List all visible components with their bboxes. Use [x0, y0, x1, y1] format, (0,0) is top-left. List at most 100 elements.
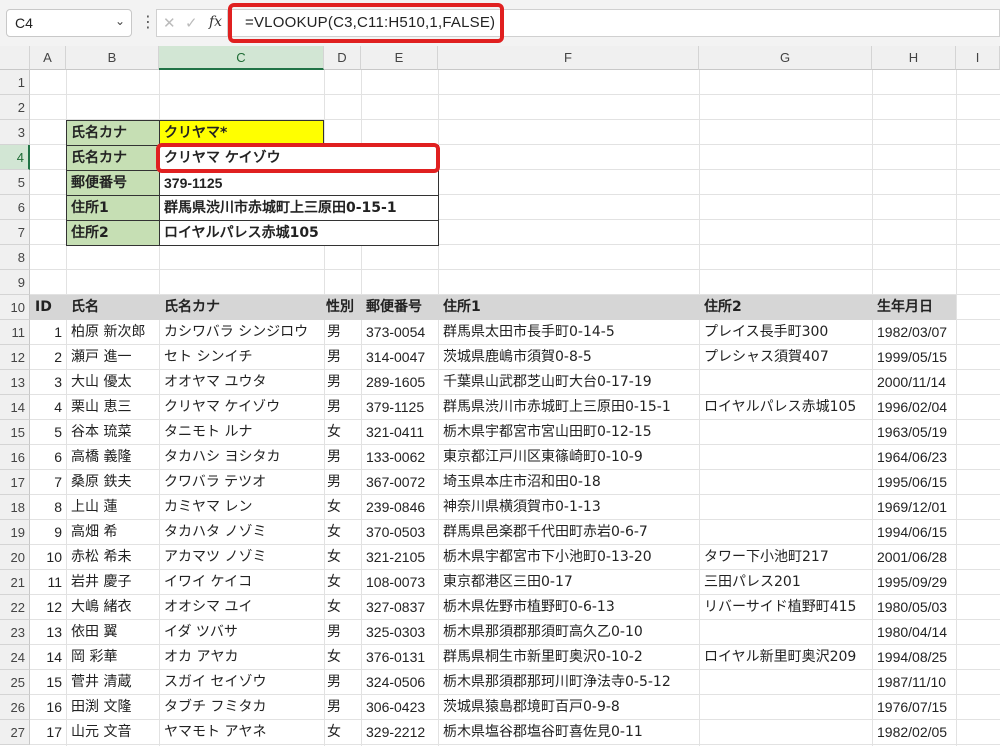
cell-gender[interactable]: 女: [324, 720, 361, 745]
cell-name[interactable]: 大嶋 緒衣: [66, 595, 159, 620]
cell-address2[interactable]: [699, 470, 872, 495]
cell-gender[interactable]: 男: [324, 345, 361, 370]
cell-birthdate[interactable]: 2000/11/14: [872, 370, 956, 395]
cell-gender[interactable]: 女: [324, 495, 361, 520]
row-header[interactable]: 12: [0, 345, 30, 370]
column-header-d[interactable]: D: [324, 46, 361, 70]
enter-icon[interactable]: ✓: [185, 14, 198, 32]
cell-postal[interactable]: 325-0303: [361, 620, 438, 645]
cell-address2[interactable]: プレシャス須賀407: [699, 345, 872, 370]
cell-address1[interactable]: 茨城県鹿嶋市須賀0-8-5: [438, 345, 699, 370]
cell-gender[interactable]: 男: [324, 695, 361, 720]
cell-kana[interactable]: セト シンイチ: [159, 345, 324, 370]
cell-address2[interactable]: [699, 370, 872, 395]
cell-gender[interactable]: 男: [324, 470, 361, 495]
cell-kana[interactable]: カミヤマ レン: [159, 495, 324, 520]
cell-name[interactable]: 高橋 義隆: [66, 445, 159, 470]
row-header[interactable]: 15: [0, 420, 30, 445]
cell-address2[interactable]: [699, 670, 872, 695]
name-box[interactable]: C4 ⌄: [6, 9, 132, 37]
cell-gender[interactable]: 女: [324, 570, 361, 595]
cell-address2[interactable]: プレイス長手町300: [699, 320, 872, 345]
cell-address2[interactable]: [699, 695, 872, 720]
cell-birthdate[interactable]: 1987/11/10: [872, 670, 956, 695]
cell-id[interactable]: 7: [30, 470, 66, 495]
row-header[interactable]: 24: [0, 645, 30, 670]
cell-name[interactable]: 瀬戸 進一: [66, 345, 159, 370]
row-header[interactable]: 16: [0, 445, 30, 470]
cell-address1[interactable]: 栃木県佐野市植野町0-6-13: [438, 595, 699, 620]
row-header[interactable]: 19: [0, 520, 30, 545]
row-header[interactable]: 23: [0, 620, 30, 645]
cell-gender[interactable]: 男: [324, 370, 361, 395]
cell-name[interactable]: 高畑 希: [66, 520, 159, 545]
cell-kana[interactable]: タニモト ルナ: [159, 420, 324, 445]
row-header[interactable]: 7: [0, 220, 30, 245]
cell-name[interactable]: 岩井 慶子: [66, 570, 159, 595]
row-header[interactable]: 6: [0, 195, 30, 220]
row-header[interactable]: 26: [0, 695, 30, 720]
cell-id[interactable]: 3: [30, 370, 66, 395]
cell-gender[interactable]: 女: [324, 645, 361, 670]
cell-birthdate[interactable]: 1976/07/15: [872, 695, 956, 720]
row-header[interactable]: 27: [0, 720, 30, 745]
column-header-f[interactable]: F: [438, 46, 699, 70]
cell-address2[interactable]: [699, 620, 872, 645]
row-header[interactable]: 17: [0, 470, 30, 495]
cell-address2[interactable]: [699, 445, 872, 470]
more-options-icon[interactable]: ⋮: [140, 12, 156, 31]
row-header[interactable]: 20: [0, 545, 30, 570]
cell-birthdate[interactable]: 1982/03/07: [872, 320, 956, 345]
cell-kana[interactable]: タカハシ ヨシタカ: [159, 445, 324, 470]
column-header-h[interactable]: H: [872, 46, 956, 70]
column-header-e[interactable]: E: [361, 46, 438, 70]
address1-result-cell[interactable]: 群馬県渋川市赤城町上三原田0-15-1: [159, 195, 439, 221]
cell-id[interactable]: 12: [30, 595, 66, 620]
cell-gender[interactable]: 男: [324, 670, 361, 695]
cell-postal[interactable]: 373-0054: [361, 320, 438, 345]
cell-name[interactable]: 赤松 希未: [66, 545, 159, 570]
cell-id[interactable]: 15: [30, 670, 66, 695]
row-header[interactable]: 4: [0, 145, 30, 170]
cell-postal[interactable]: 367-0072: [361, 470, 438, 495]
cell-address2[interactable]: リバーサイド植野町415: [699, 595, 872, 620]
cell-id[interactable]: 13: [30, 620, 66, 645]
cell-name[interactable]: 依田 翼: [66, 620, 159, 645]
insert-function-icon[interactable]: fx: [209, 14, 222, 30]
cell-kana[interactable]: クワバラ テツオ: [159, 470, 324, 495]
cell-address2[interactable]: [699, 520, 872, 545]
cell-name[interactable]: 田渕 文隆: [66, 695, 159, 720]
cell-id[interactable]: 11: [30, 570, 66, 595]
cell-id[interactable]: 6: [30, 445, 66, 470]
cell-postal[interactable]: 321-2105: [361, 545, 438, 570]
cell-kana[interactable]: スガイ セイゾウ: [159, 670, 324, 695]
row-header[interactable]: 18: [0, 495, 30, 520]
select-all-corner[interactable]: [0, 46, 30, 70]
cell-name[interactable]: 桑原 鉄夫: [66, 470, 159, 495]
row-header[interactable]: 11: [0, 320, 30, 345]
cell-gender[interactable]: 女: [324, 420, 361, 445]
cell-postal[interactable]: 108-0073: [361, 570, 438, 595]
cell-address2[interactable]: [699, 495, 872, 520]
cell-address1[interactable]: 群馬県渋川市赤城町上三原田0-15-1: [438, 395, 699, 420]
cell-address1[interactable]: 栃木県宇都宮市宮山田町0-12-15: [438, 420, 699, 445]
cell-postal[interactable]: 289-1605: [361, 370, 438, 395]
cell-birthdate[interactable]: 1996/02/04: [872, 395, 956, 420]
cell-postal[interactable]: 370-0503: [361, 520, 438, 545]
cell-id[interactable]: 17: [30, 720, 66, 745]
cell-address1[interactable]: 群馬県桐生市新里町奥沢0-10-2: [438, 645, 699, 670]
cell-postal[interactable]: 133-0062: [361, 445, 438, 470]
cell-address1[interactable]: 東京都港区三田0-17: [438, 570, 699, 595]
cell-id[interactable]: 2: [30, 345, 66, 370]
cell-name[interactable]: 大山 優太: [66, 370, 159, 395]
cell-name[interactable]: 菅井 清蔵: [66, 670, 159, 695]
cell-id[interactable]: 16: [30, 695, 66, 720]
cell-address1[interactable]: 群馬県邑楽郡千代田町赤岩0-6-7: [438, 520, 699, 545]
postal-result-cell[interactable]: 379-1125: [159, 170, 439, 196]
row-header[interactable]: 21: [0, 570, 30, 595]
cell-name[interactable]: 山元 文音: [66, 720, 159, 745]
cell-name[interactable]: 岡 彩華: [66, 645, 159, 670]
cell-kana[interactable]: オカ アヤカ: [159, 645, 324, 670]
cell-address1[interactable]: 埼玉県本庄市沼和田0-18: [438, 470, 699, 495]
row-header[interactable]: 8: [0, 245, 30, 270]
